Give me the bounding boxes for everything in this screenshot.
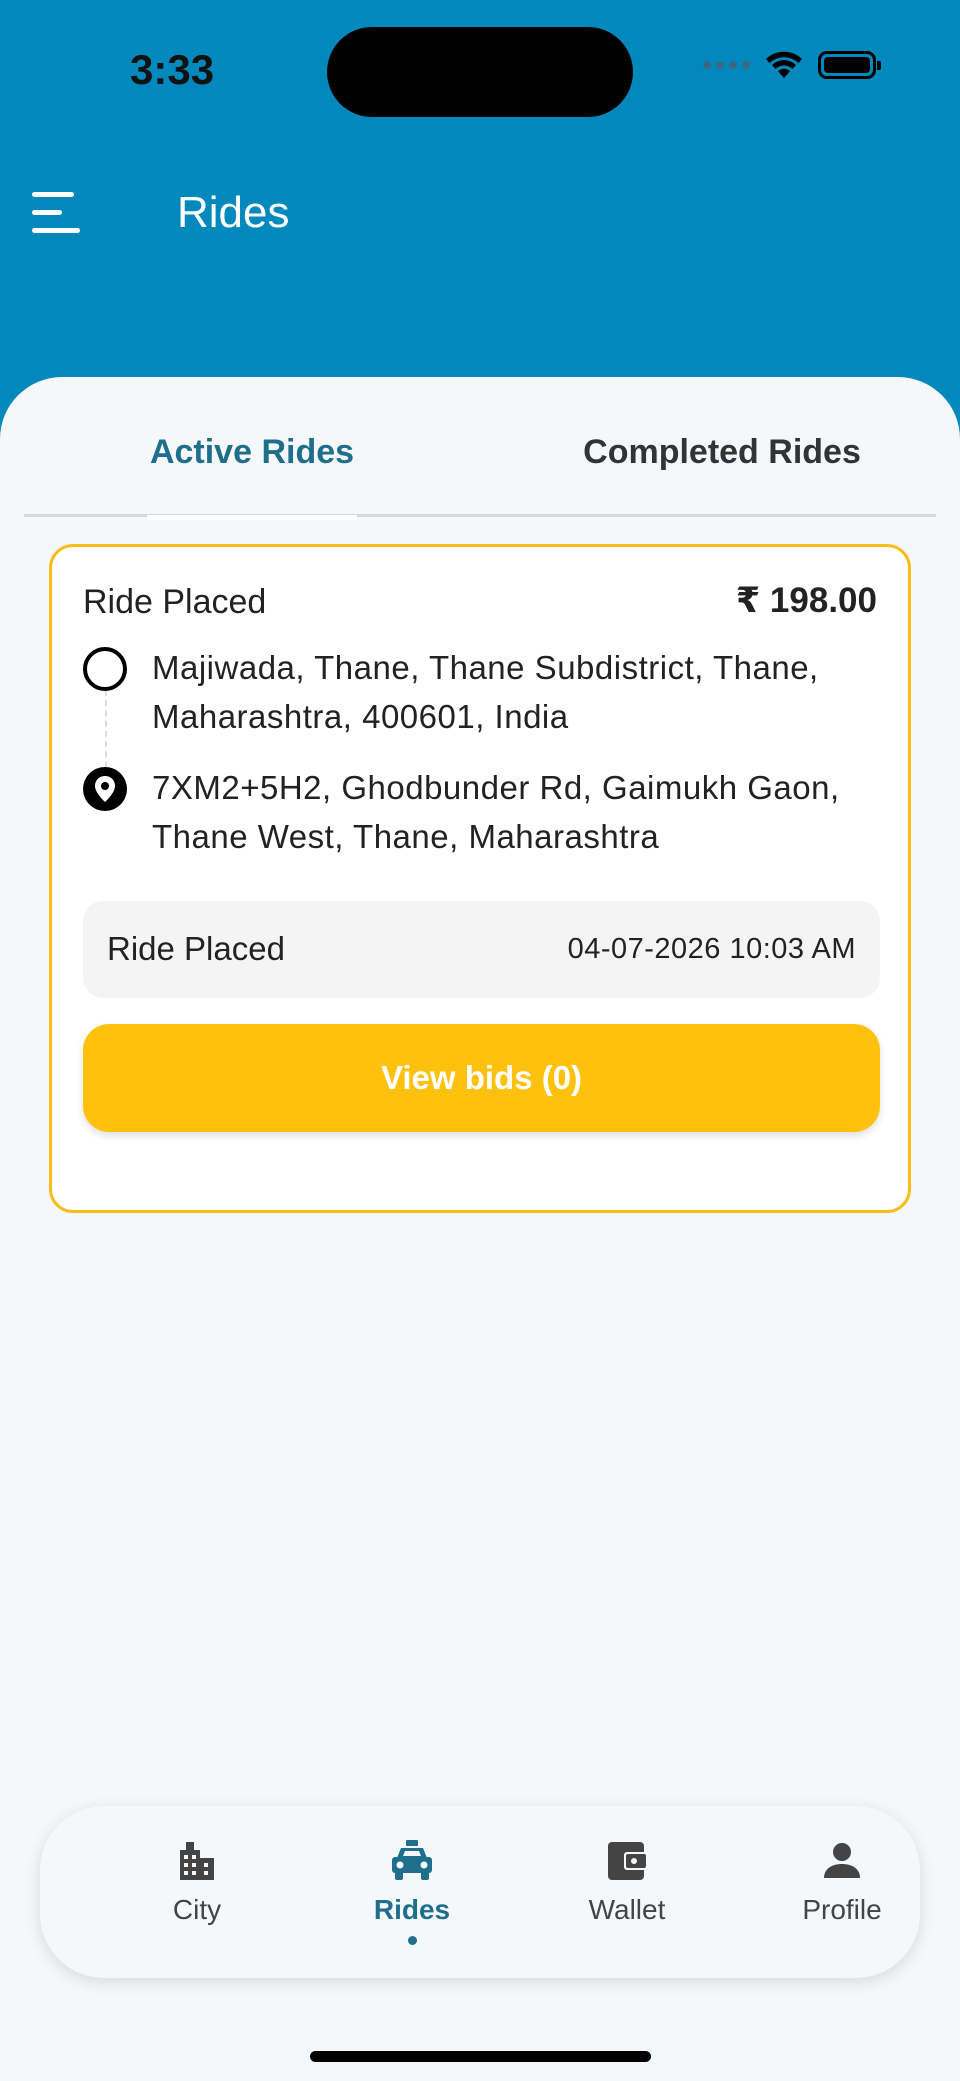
nav-item-wallet[interactable]: Wallet (537, 1836, 717, 1956)
cellular-signal-icon (703, 61, 750, 69)
bottom-nav: City Rides Wallet Profile (40, 1806, 920, 1978)
pickup-circle-icon (83, 647, 127, 691)
page-title: Rides (177, 188, 290, 237)
wifi-icon (766, 51, 802, 78)
status-row-label: Ride Placed (107, 930, 285, 967)
person-icon (824, 1843, 860, 1878)
menu-icon[interactable] (32, 192, 80, 234)
nav-label-wallet: Wallet (588, 1894, 666, 1925)
tab-active-rides[interactable]: Active Rides (147, 423, 357, 520)
nav-label-city: City (172, 1894, 222, 1925)
status-row-timestamp: 04-07-2026 10:03 AM (567, 933, 856, 965)
view-bids-button[interactable]: View bids (0) (83, 1024, 880, 1132)
tab-completed-rides[interactable]: Completed Rides (564, 423, 880, 517)
nav-label-profile: Profile (802, 1894, 882, 1925)
status-time: 3:33 (130, 46, 215, 93)
nav-item-city[interactable]: City (107, 1836, 287, 1956)
pickup-address: Majiwada, Thane, Thane Subdistrict, Than… (152, 649, 819, 735)
dynamic-island (327, 27, 633, 117)
ride-status: Ride Placed (83, 583, 267, 621)
status-icons (703, 50, 881, 80)
nav-item-rides[interactable]: Rides (322, 1836, 502, 1956)
battery-icon (818, 51, 881, 79)
home-indicator[interactable] (310, 2051, 651, 2062)
nav-item-profile[interactable]: Profile (752, 1836, 932, 1956)
active-indicator-dot (407, 1936, 417, 1945)
wallet-icon (608, 1842, 648, 1880)
location-pin-icon (83, 767, 127, 811)
ride-tabs: Active Rides Completed Rides (24, 423, 936, 520)
ride-status-row: Ride Placed 04-07-2026 10:03 AM (83, 901, 880, 998)
ride-card[interactable]: Ride Placed ₹ 198.00 Majiwada, Thane, Th… (49, 544, 911, 1213)
drop-address: 7XM2+5H2, Ghodbunder Rd, Gaimukh Gaon, T… (152, 769, 840, 855)
taxi-icon (392, 1840, 432, 1880)
ride-price: ₹ 198.00 (735, 581, 877, 620)
nav-label-rides: Rides (373, 1894, 451, 1925)
city-icon (180, 1842, 214, 1880)
